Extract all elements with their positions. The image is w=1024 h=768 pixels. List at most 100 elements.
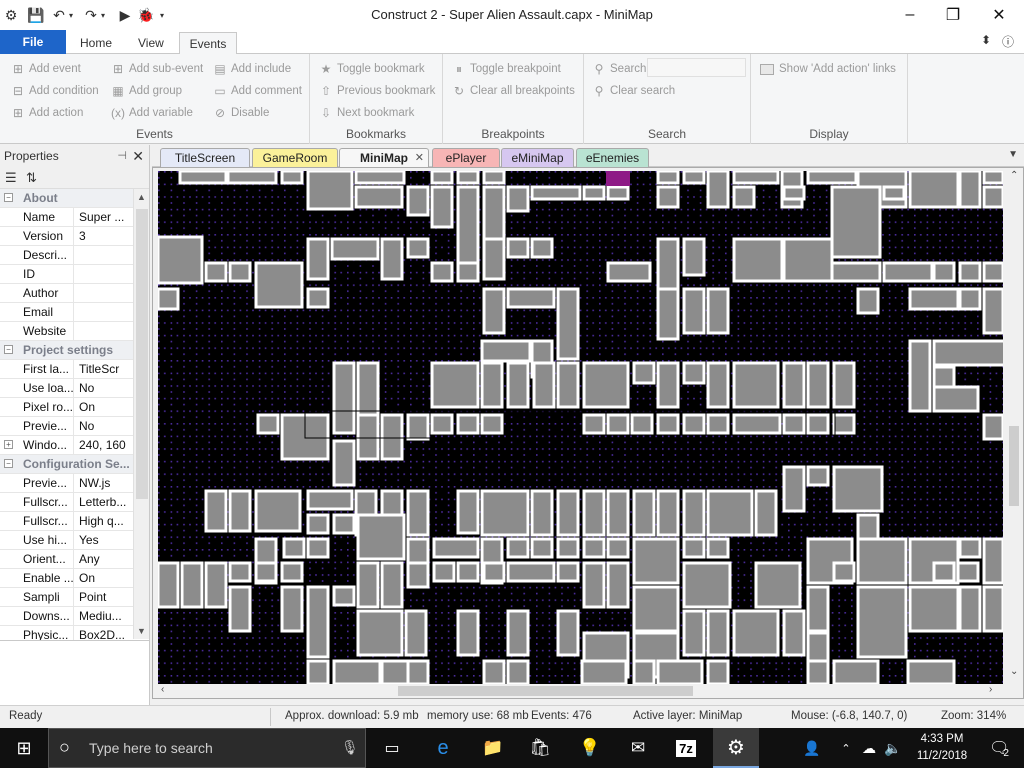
property-value[interactable]: Any: [74, 550, 133, 568]
room-block[interactable]: [356, 413, 380, 461]
room-block[interactable]: [706, 171, 730, 209]
disable-button[interactable]: ⊘ Disable: [212, 104, 269, 122]
room-block[interactable]: [306, 659, 330, 684]
room-block[interactable]: [732, 361, 780, 409]
room-block[interactable]: [706, 413, 730, 435]
room-block[interactable]: [306, 585, 330, 659]
room-block[interactable]: [456, 261, 480, 283]
room-block[interactable]: [606, 561, 630, 609]
horizontal-scroll-thumb[interactable]: [398, 686, 693, 696]
room-block[interactable]: [908, 339, 932, 413]
room-block[interactable]: [506, 185, 530, 213]
room-block[interactable]: [204, 489, 228, 533]
room-block[interactable]: [832, 361, 856, 409]
room-block[interactable]: [782, 361, 806, 409]
room-block[interactable]: [282, 537, 306, 559]
property-category[interactable]: − About: [0, 189, 133, 208]
room-block[interactable]: [356, 561, 380, 609]
room-block[interactable]: [706, 361, 730, 409]
room-block[interactable]: [506, 237, 530, 259]
room-block[interactable]: [480, 489, 530, 537]
room-block[interactable]: [782, 609, 806, 657]
add-condition-button[interactable]: ⊟ Add condition: [10, 82, 99, 100]
room-block[interactable]: [806, 413, 830, 435]
close-button[interactable]: ✕: [976, 0, 1022, 30]
room-block[interactable]: [632, 537, 680, 585]
property-value[interactable]: NW.js: [74, 474, 133, 492]
room-block[interactable]: [530, 537, 554, 559]
property-row[interactable]: + Windo... 240, 160: [0, 436, 133, 455]
room-block[interactable]: [482, 659, 506, 684]
add-include-button[interactable]: ▤ Add include: [212, 60, 291, 78]
volume-icon[interactable]: 🔈: [882, 728, 904, 768]
room-block[interactable]: [632, 585, 680, 633]
room-block[interactable]: [506, 609, 530, 657]
room-block[interactable]: [582, 413, 606, 435]
clear-search-button[interactable]: ⚲ Clear search: [591, 82, 676, 100]
room-block[interactable]: [682, 537, 706, 559]
room-block[interactable]: [630, 413, 654, 435]
room-block[interactable]: [406, 561, 430, 589]
room-block[interactable]: [430, 171, 454, 185]
property-value[interactable]: [74, 265, 133, 283]
property-value[interactable]: Mediu...: [74, 607, 133, 625]
room-block[interactable]: [958, 585, 982, 633]
ribbon-collapse-icon[interactable]: ⬍: [981, 33, 991, 47]
room-block[interactable]: [932, 261, 956, 283]
room-block[interactable]: [254, 261, 304, 309]
room-block[interactable]: [656, 287, 680, 341]
room-block[interactable]: [280, 171, 304, 185]
property-row[interactable]: Version 3: [0, 227, 133, 246]
toggle-breakpoint-button[interactable]: ⏸ Toggle breakpoint: [451, 60, 561, 78]
quick-access-customize-icon[interactable]: ▾: [157, 6, 167, 24]
expand-icon[interactable]: +: [4, 440, 13, 449]
room-block[interactable]: [226, 171, 278, 185]
room-block[interactable]: [832, 465, 884, 513]
room-block[interactable]: [228, 561, 252, 583]
add-action-button[interactable]: ⊞ Add action: [10, 104, 83, 122]
room-block[interactable]: [530, 185, 582, 201]
room-block[interactable]: [982, 171, 1003, 185]
7zip-icon[interactable]: 7z: [668, 728, 704, 768]
room-block[interactable]: [656, 489, 680, 537]
room-block[interactable]: [354, 171, 406, 185]
room-block[interactable]: [180, 561, 204, 609]
room-block[interactable]: [480, 413, 504, 435]
room-block[interactable]: [406, 185, 430, 217]
room-block[interactable]: [606, 489, 630, 537]
room-block[interactable]: [782, 465, 806, 513]
room-block[interactable]: [306, 287, 330, 309]
store-icon[interactable]: 🛍: [522, 728, 558, 768]
doc-tab-eminimap[interactable]: eMiniMap: [501, 148, 574, 167]
room-block[interactable]: [306, 489, 354, 511]
redo-dropdown-icon[interactable]: ▾: [98, 6, 108, 24]
room-block[interactable]: [430, 185, 454, 229]
room-block[interactable]: [830, 185, 882, 259]
room-block[interactable]: [456, 561, 480, 583]
app-icon[interactable]: ⚙: [2, 6, 20, 24]
property-row[interactable]: Website: [0, 322, 133, 341]
property-value[interactable]: [74, 284, 133, 302]
room-block[interactable]: [204, 261, 228, 283]
room-block[interactable]: [430, 413, 454, 435]
room-block[interactable]: [532, 361, 556, 409]
room-block[interactable]: [958, 261, 982, 283]
tab-view[interactable]: View: [124, 32, 178, 54]
clear-all-breakpoints-button[interactable]: ↻ Clear all breakpoints: [451, 82, 575, 100]
scroll-right-icon[interactable]: ›: [989, 684, 992, 695]
room-block[interactable]: [158, 561, 180, 609]
next-bookmark-button[interactable]: ⇩ Next bookmark: [318, 104, 414, 122]
room-block[interactable]: [706, 659, 730, 684]
room-block[interactable]: [556, 609, 580, 657]
search-input[interactable]: [647, 58, 746, 77]
room-block[interactable]: [254, 561, 278, 583]
room-block[interactable]: [380, 413, 404, 461]
save-icon[interactable]: 💾: [27, 6, 45, 24]
room-block[interactable]: [982, 287, 1003, 335]
room-block[interactable]: [754, 489, 778, 537]
room-block[interactable]: [228, 585, 252, 633]
property-value[interactable]: Letterb...: [74, 493, 133, 511]
property-row[interactable]: Downs... Mediu...: [0, 607, 133, 626]
properties-scrollbar[interactable]: ▲ ▼: [133, 189, 149, 639]
property-row[interactable]: Pixel ro... On: [0, 398, 133, 417]
